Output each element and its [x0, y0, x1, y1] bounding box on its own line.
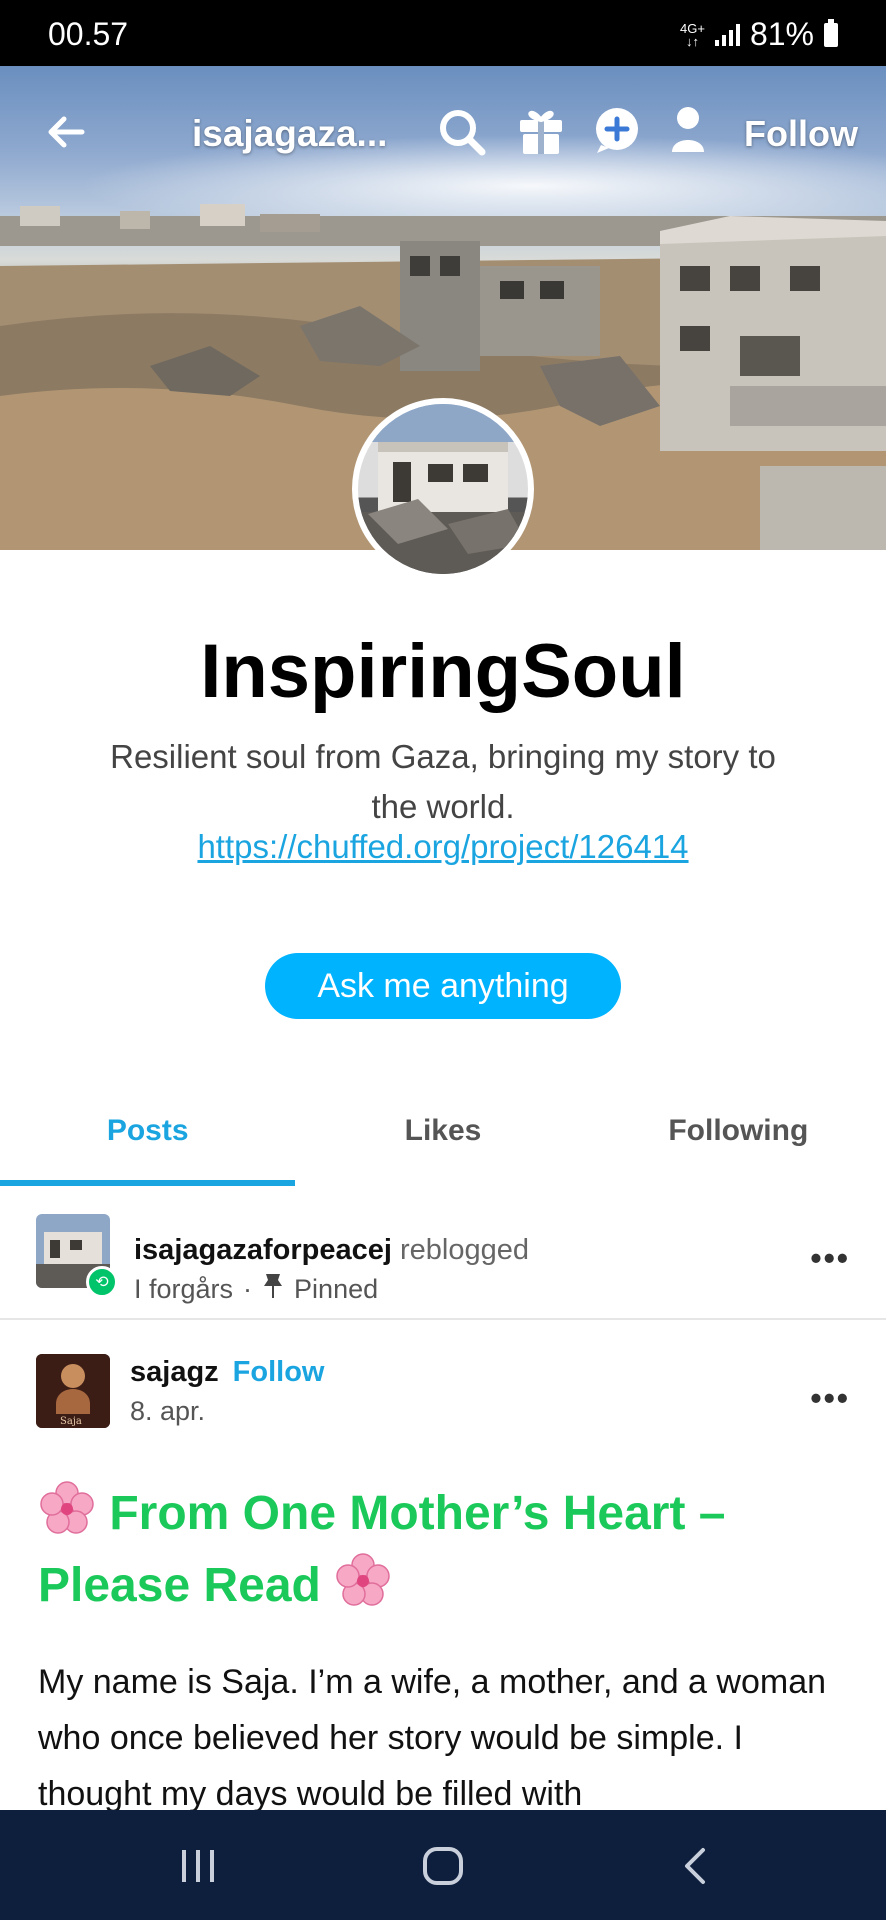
post-title-part1: From One Mother’s Heart –	[109, 1487, 726, 1540]
reblog-action: reblogged	[399, 1234, 529, 1266]
avatar-text: Saja	[60, 1416, 82, 1427]
system-nav-bar	[0, 1810, 886, 1920]
battery-icon	[824, 18, 838, 47]
post-time: I forgårs	[134, 1274, 234, 1304]
status-time: 00.57	[48, 16, 129, 52]
profile-bio: Resilient soul from Gaza, bringing my st…	[40, 732, 846, 832]
tab-likes[interactable]: Likes	[295, 1090, 590, 1186]
ask-me-anything-button[interactable]: Ask me anything	[265, 953, 621, 1019]
post-date: 8. apr.	[130, 1396, 206, 1426]
profile-tabs: Posts Likes Following	[0, 1090, 886, 1186]
poster-avatar[interactable]: Saja	[36, 1354, 110, 1428]
post-follow-button[interactable]: Follow	[233, 1356, 325, 1388]
bio-link[interactable]: https://chuffed.org/project/126414	[0, 828, 886, 866]
back-arrow-icon[interactable]	[42, 108, 90, 156]
post-header: Saja sajagz Follow 8. apr. •••	[0, 1346, 886, 1446]
poster-name: sajagz Follow	[130, 1356, 325, 1389]
profile-name: InspiringSoul	[200, 629, 686, 714]
reblog-icon: ⟲	[86, 1266, 118, 1298]
bio-line: Resilient soul from Gaza, bringing my st…	[110, 738, 776, 775]
person-icon[interactable]	[668, 104, 708, 156]
tab-following[interactable]: Following	[591, 1090, 886, 1186]
poster-username[interactable]: sajagz	[130, 1356, 219, 1388]
more-options-icon[interactable]: •••	[810, 1240, 850, 1277]
network-indicator: 4G+ ↓↑	[680, 22, 705, 48]
back-nav-icon[interactable]	[676, 1844, 712, 1888]
avatar-image	[358, 404, 528, 574]
network-type: 4G+	[680, 20, 705, 36]
post-body: My name is Saja. I’m a wife, a mother, a…	[38, 1663, 827, 1813]
status-indicators: 4G+ ↓↑ 81%	[680, 16, 838, 53]
profile-avatar[interactable]	[352, 398, 534, 580]
meta-separator: ·	[243, 1274, 253, 1304]
gift-icon[interactable]	[516, 104, 566, 158]
post-more-options-icon[interactable]: •••	[810, 1380, 850, 1417]
status-bar: 00.57 4G+ ↓↑ 81%	[0, 0, 886, 66]
recent-apps-icon[interactable]	[176, 1846, 220, 1886]
signal-icon	[714, 23, 740, 46]
post-meta: I forgårs · Pinned	[134, 1272, 378, 1307]
blossom-icon	[334, 1553, 392, 1612]
battery-percent: 81%	[749, 16, 814, 52]
reblogger-name[interactable]: isajagazaforpeacej reblogged	[134, 1234, 529, 1267]
reblogger-username[interactable]: isajagazaforpeacej	[134, 1234, 392, 1266]
bio-line: the world.	[371, 788, 515, 825]
add-message-icon[interactable]	[592, 106, 642, 156]
follow-button[interactable]: Follow	[744, 113, 858, 155]
home-icon[interactable]	[420, 1844, 466, 1888]
pinned-label: Pinned	[294, 1274, 379, 1304]
post-title-part2: Please Read	[38, 1559, 321, 1612]
blog-title: isajagaza...	[192, 113, 388, 154]
active-tab-indicator	[0, 1180, 295, 1186]
blossom-icon	[38, 1481, 109, 1540]
search-icon[interactable]	[434, 104, 490, 160]
reblog-post-header: ⟲ isajagazaforpeacej reblogged I forgårs…	[0, 1210, 886, 1320]
pin-icon	[262, 1272, 284, 1307]
data-arrows-icon: ↓↑	[685, 33, 699, 49]
tab-posts[interactable]: Posts	[0, 1090, 295, 1186]
post-title: From One Mother’s Heart – Please Read	[38, 1478, 858, 1622]
